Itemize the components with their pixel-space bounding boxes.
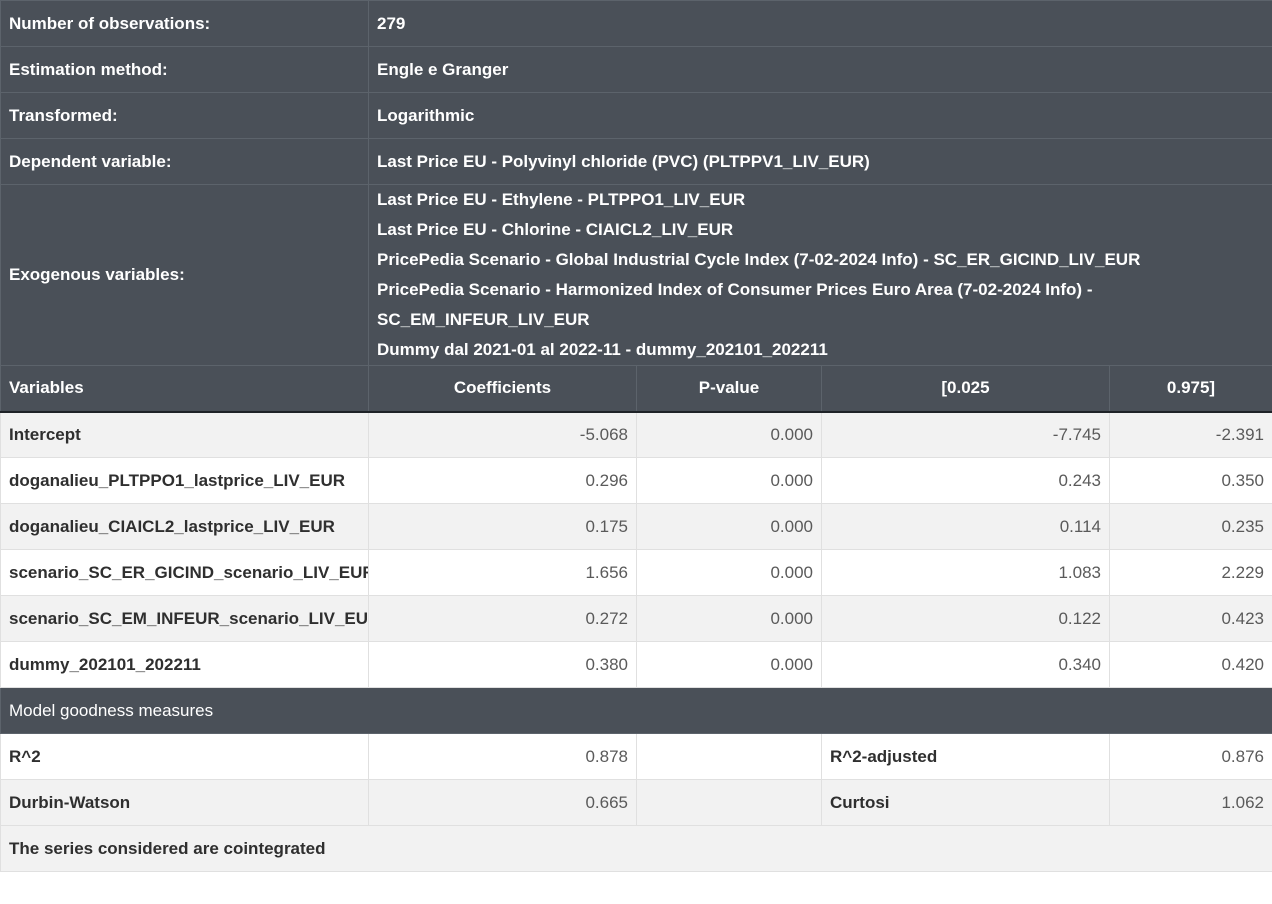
pvalue-value: 0.000 — [636, 549, 822, 596]
kurtosis-label: Curtosi — [821, 779, 1110, 826]
variable-name: scenario_SC_EM_INFEUR_scenario_LIV_EUR — [0, 595, 369, 642]
lower-bound-value: 1.083 — [821, 549, 1110, 596]
upper-bound-value: 0.235 — [1109, 503, 1272, 550]
upper-bound-value: 0.350 — [1109, 457, 1272, 504]
pvalue-value: 0.000 — [636, 411, 822, 458]
coefficient-value: 0.175 — [368, 503, 637, 550]
coefficient-value: 0.380 — [368, 641, 637, 688]
goodness-section-header: Model goodness measures — [0, 687, 1272, 734]
exogenous-list: Last Price EU - Ethylene - PLTPPO1_LIV_E… — [368, 184, 1272, 366]
coefficient-value: 0.296 — [368, 457, 637, 504]
r2-adjusted-label: R^2-adjusted — [821, 733, 1110, 780]
goodness-row-r2: R^2 0.878 R^2-adjusted 0.876 — [0, 733, 1272, 780]
table-row: dummy_202101_202211 0.380 0.000 0.340 0.… — [0, 641, 1272, 688]
coefficient-value: 0.272 — [368, 595, 637, 642]
table-row: doganalieu_PLTPPO1_lastprice_LIV_EUR 0.2… — [0, 457, 1272, 504]
variable-name: doganalieu_PLTPPO1_lastprice_LIV_EUR — [0, 457, 369, 504]
upper-bound-value: -2.391 — [1109, 411, 1272, 458]
upper-bound-value: 2.229 — [1109, 549, 1272, 596]
pvalue-value: 0.000 — [636, 503, 822, 550]
column-header-row: Variables Coefficients P-value [0.025 0.… — [0, 365, 1272, 413]
coefficient-value: 1.656 — [368, 549, 637, 596]
lower-bound-value: -7.745 — [821, 411, 1110, 458]
pvalue-value: 0.000 — [636, 595, 822, 642]
variable-name: Intercept — [0, 411, 369, 458]
transformed-label: Transformed: — [0, 92, 369, 139]
exogenous-item: PricePedia Scenario - Harmonized Index o… — [377, 280, 1093, 299]
goodness-row-dw: Durbin-Watson 0.665 Curtosi 1.062 — [0, 779, 1272, 826]
dependent-value: Last Price EU - Polyvinyl chloride (PVC)… — [368, 138, 1272, 185]
exogenous-item: PricePedia Scenario - Global Industrial … — [377, 250, 1141, 269]
upper-bound-value: 0.423 — [1109, 595, 1272, 642]
goodness-title: Model goodness measures — [0, 687, 1272, 734]
empty-cell — [636, 779, 822, 826]
lower-bound-value: 0.340 — [821, 641, 1110, 688]
exogenous-item: Last Price EU - Chlorine - CIAICL2_LIV_E… — [377, 220, 734, 239]
observations-row: Number of observations: 279 — [0, 0, 1272, 47]
durbin-watson-value: 0.665 — [368, 779, 637, 826]
regression-results-table: Number of observations: 279 Estimation m… — [0, 0, 1272, 872]
method-label: Estimation method: — [0, 46, 369, 93]
table-row: Intercept -5.068 0.000 -7.745 -2.391 — [0, 411, 1272, 458]
exogenous-item: SC_EM_INFEUR_LIV_EUR — [377, 310, 590, 329]
conclusion-text: The series considered are cointegrated — [0, 825, 1272, 872]
header-coefficients: Coefficients — [368, 365, 637, 413]
variable-name: scenario_SC_ER_GICIND_scenario_LIV_EUR — [0, 549, 369, 596]
r2-label: R^2 — [0, 733, 369, 780]
observations-value: 279 — [368, 0, 1272, 47]
pvalue-value: 0.000 — [636, 641, 822, 688]
lower-bound-value: 0.114 — [821, 503, 1110, 550]
pvalue-value: 0.000 — [636, 457, 822, 504]
table-row: scenario_SC_EM_INFEUR_scenario_LIV_EUR 0… — [0, 595, 1272, 642]
exogenous-row: Exogenous variables: Last Price EU - Eth… — [0, 184, 1272, 366]
exogenous-item: Last Price EU - Ethylene - PLTPPO1_LIV_E… — [377, 190, 746, 209]
conclusion-row: The series considered are cointegrated — [0, 825, 1272, 872]
table-row: doganalieu_CIAICL2_lastprice_LIV_EUR 0.1… — [0, 503, 1272, 550]
variable-name: doganalieu_CIAICL2_lastprice_LIV_EUR — [0, 503, 369, 550]
variable-name: dummy_202101_202211 — [0, 641, 369, 688]
lower-bound-value: 0.243 — [821, 457, 1110, 504]
transformed-value: Logarithmic — [368, 92, 1272, 139]
header-lower-bound: [0.025 — [821, 365, 1110, 413]
r2-adjusted-value: 0.876 — [1109, 733, 1272, 780]
coefficient-value: -5.068 — [368, 411, 637, 458]
header-variables: Variables — [0, 365, 369, 413]
observations-label: Number of observations: — [0, 0, 369, 47]
method-value: Engle e Granger — [368, 46, 1272, 93]
upper-bound-value: 0.420 — [1109, 641, 1272, 688]
kurtosis-value: 1.062 — [1109, 779, 1272, 826]
r2-value: 0.878 — [368, 733, 637, 780]
dependent-label: Dependent variable: — [0, 138, 369, 185]
empty-cell — [636, 733, 822, 780]
lower-bound-value: 0.122 — [821, 595, 1110, 642]
table-row: scenario_SC_ER_GICIND_scenario_LIV_EUR 1… — [0, 549, 1272, 596]
header-upper-bound: 0.975] — [1109, 365, 1272, 413]
dependent-row: Dependent variable: Last Price EU - Poly… — [0, 138, 1272, 185]
durbin-watson-label: Durbin-Watson — [0, 779, 369, 826]
exogenous-label: Exogenous variables: — [0, 184, 369, 366]
exogenous-item: Dummy dal 2021-01 al 2022-11 - dummy_202… — [377, 340, 828, 359]
method-row: Estimation method: Engle e Granger — [0, 46, 1272, 93]
header-pvalue: P-value — [636, 365, 822, 413]
transformed-row: Transformed: Logarithmic — [0, 92, 1272, 139]
